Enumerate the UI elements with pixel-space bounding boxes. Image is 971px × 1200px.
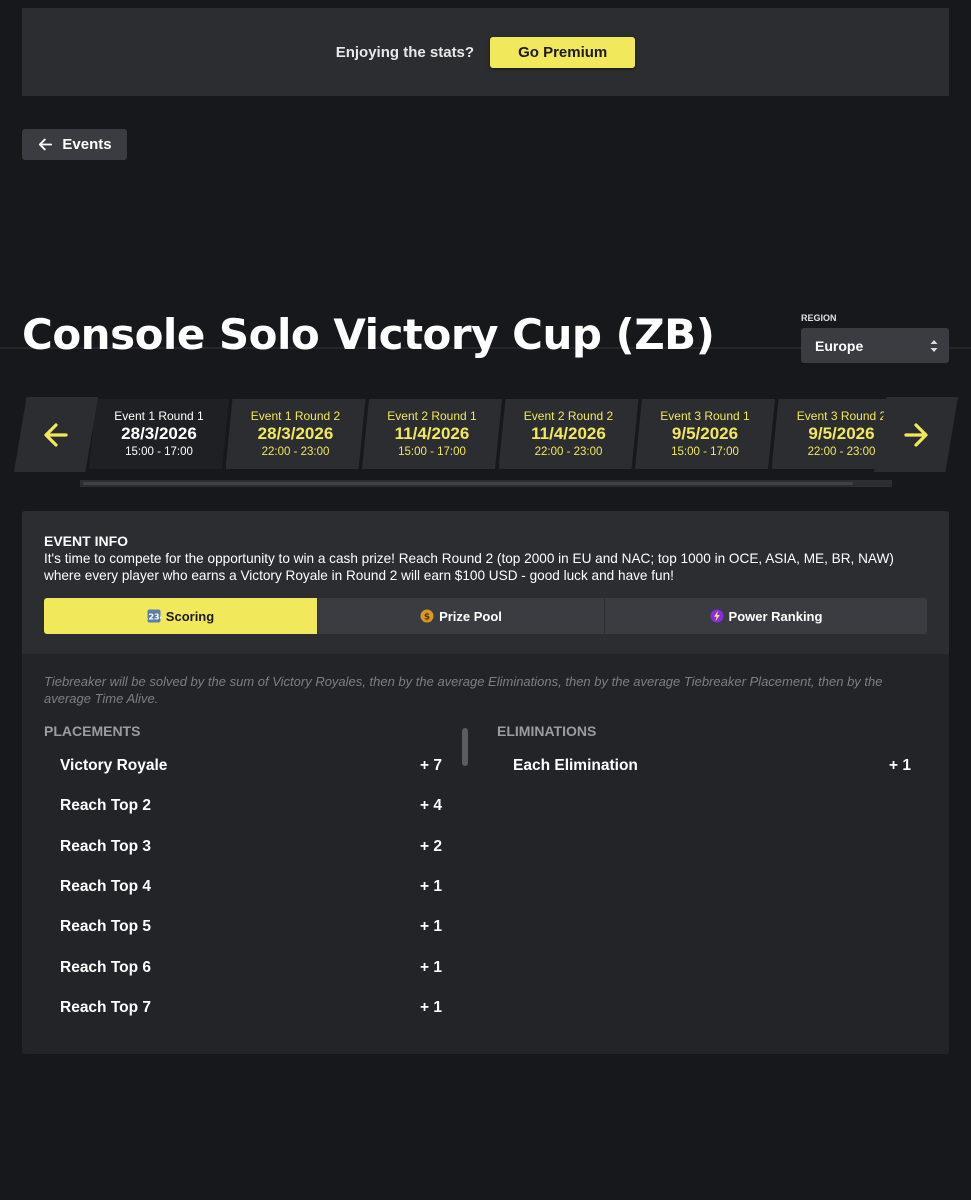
placement-label: Reach Top 3 [60, 837, 152, 855]
go-premium-button[interactable]: Go Premium [490, 36, 636, 68]
carousel-scroll-thumb[interactable] [83, 482, 853, 485]
round-date: 11/4/2026 [394, 424, 470, 443]
region-label: REGION [801, 313, 837, 323]
round-time: 22:00 - 23:00 [261, 446, 330, 458]
placement-points: + 2 [420, 837, 442, 855]
placement-points: + 1 [420, 877, 442, 895]
eliminations-heading: ELIMINATIONS [497, 723, 597, 739]
tab-power-ranking-label: Power Ranking [728, 608, 823, 624]
arrow-left-icon [44, 422, 68, 447]
round-date: 28/3/2026 [257, 424, 334, 443]
tab-prize-pool-label: Prize Pool [439, 608, 502, 624]
premium-text: Enjoying the stats? [335, 43, 475, 61]
placement-label: Reach Top 5 [60, 918, 152, 936]
tiebreaker-note: Tiebreaker will be solved by the sum of … [44, 674, 883, 706]
placement-row: Reach Top 7 + 1 [60, 999, 442, 1017]
placement-row: Reach Top 3 + 2 [60, 838, 442, 856]
page-title: Console Solo Victory Cup (ZB) [22, 310, 715, 359]
round-time: 15:00 - 17:00 [398, 446, 466, 458]
round-time: 15:00 - 17:00 [125, 446, 193, 458]
placement-label: Victory Royale [60, 757, 168, 774]
elimination-label: Each Elimination [513, 757, 638, 774]
elimination-row: Each Elimination + 1 [513, 757, 911, 775]
round-name: Event 2 Round 1 [387, 409, 477, 423]
arrow-left-icon [39, 138, 53, 151]
round-time: 15:00 - 17:00 [671, 446, 739, 458]
placement-row: Reach Top 6 + 1 [60, 959, 442, 977]
placement-points: + 4 [420, 797, 442, 815]
region-value: Europe [815, 337, 864, 354]
placement-label: Reach Top 6 [60, 958, 152, 976]
event-info-heading: EVENT INFO [44, 533, 129, 549]
round-card[interactable]: Event 3 Round 1 9/5/2026 15:00 - 17:00 [635, 399, 775, 469]
round-card[interactable]: Event 1 Round 1 28/3/2026 15:00 - 17:00 [89, 399, 229, 469]
placement-label: Reach Top 4 [60, 877, 152, 895]
placement-label: Reach Top 7 [60, 998, 152, 1016]
region-select[interactable]: Europe [801, 328, 949, 363]
back-label: Events [62, 136, 112, 153]
round-card[interactable]: Event 2 Round 1 11/4/2026 15:00 - 17:00 [362, 399, 502, 469]
info-tabs: 1234 Scoring $ Prize Pool Power Ranking [44, 598, 927, 634]
rounds-carousel: Event 1 Round 1 28/3/2026 15:00 - 17:00 Eve… [14, 395, 958, 475]
placement-points: + 1 [420, 918, 442, 936]
back-to-events-button[interactable]: Events [22, 129, 127, 160]
carousel-prev-button[interactable] [14, 397, 98, 472]
placements-scrollbar[interactable] [462, 728, 468, 766]
round-name: Event 3 Round 1 [660, 409, 750, 423]
placement-row: Reach Top 5 + 1 [60, 918, 442, 936]
elimination-points: + 1 [889, 757, 911, 774]
placement-row: Reach Top 2 + 4 [60, 797, 442, 815]
premium-banner: Enjoying the stats? Go Premium [22, 8, 949, 96]
placement-points: + 1 [420, 958, 442, 976]
round-name: Event 1 Round 2 [250, 409, 341, 423]
event-info-panel: EVENT INFO It's time to compete for the … [22, 511, 949, 1054]
event-info-description: It's time to compete for the opportunity… [44, 551, 894, 583]
lightning-icon [710, 609, 724, 623]
sort-arrows-icon [930, 339, 938, 352]
round-name: Event 1 Round 1 [114, 409, 204, 423]
tab-scoring[interactable]: 1234 Scoring [44, 598, 318, 634]
placements-heading: PLACEMENTS [44, 723, 141, 739]
round-date: 28/3/2026 [121, 424, 197, 443]
placement-row: Victory Royale + 7 [60, 757, 442, 775]
round-card[interactable]: Event 1 Round 2 28/3/2026 22:00 - 23:00 [225, 399, 366, 469]
round-time: 22:00 - 23:00 [534, 446, 603, 458]
arrow-right-icon [904, 422, 928, 447]
tab-power-ranking[interactable]: Power Ranking [605, 598, 927, 634]
tab-scoring-label: Scoring [165, 608, 215, 624]
placement-label: Reach Top 2 [60, 797, 152, 815]
placement-points: + 1 [420, 998, 442, 1016]
svg-text:$: $ [424, 613, 430, 623]
carousel-scrollbar[interactable] [80, 480, 892, 487]
round-date: 11/4/2026 [531, 424, 606, 443]
round-name: Event 2 Round 2 [523, 409, 614, 423]
placement-points: + 7 [420, 757, 442, 774]
svg-text:1234: 1234 [147, 613, 161, 622]
coin-icon: $ [420, 609, 434, 623]
carousel-next-button[interactable] [874, 397, 958, 472]
round-card[interactable]: Event 2 Round 2 11/4/2026 22:00 - 23:00 [498, 399, 639, 469]
numbers-icon: 1234 [147, 609, 161, 623]
placement-row: Reach Top 4 + 1 [60, 878, 442, 896]
round-date: 9/5/2026 [671, 424, 739, 443]
tab-prize-pool[interactable]: $ Prize Pool [318, 598, 605, 634]
